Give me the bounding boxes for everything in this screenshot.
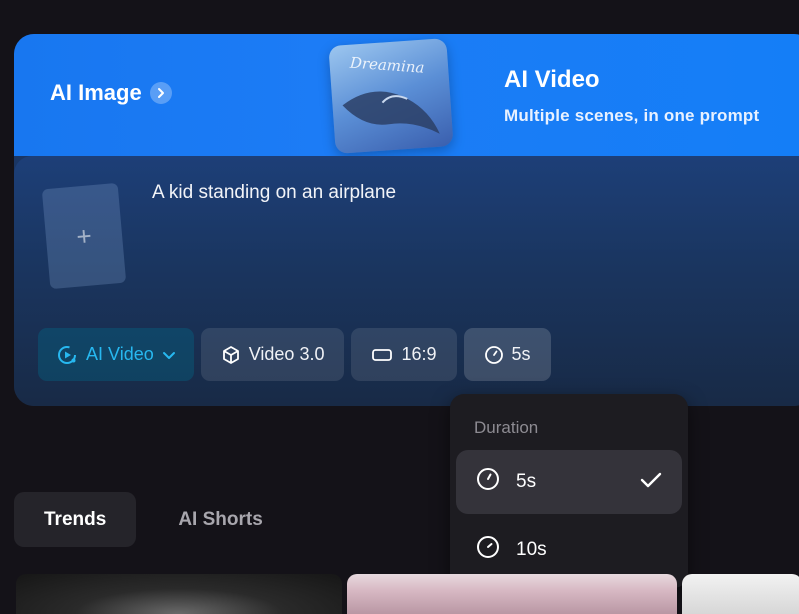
duration-header: Duration [474,418,539,437]
ai-image-tab[interactable]: AI Image [50,80,172,106]
duration-option-5s[interactable]: 5s [456,450,682,514]
model-selector-button[interactable]: Video 3.0 [200,328,345,381]
duration-option-10s[interactable]: 10s [456,518,682,582]
ai-video-card: AI Image Dreamina AI Video Multiple scen… [14,34,799,406]
prompt-input[interactable]: A kid standing on an airplane [152,182,396,204]
generation-toolbar: AI Video Video 3.0 16:9 5s [38,328,551,381]
ratio-label: 16:9 [401,344,437,364]
option-label: 5s [516,471,537,492]
model-label: Video 3.0 [248,344,325,364]
ai-video-title[interactable]: AI Video [504,66,600,94]
clock-icon [476,535,500,565]
aspect-ratio-button[interactable]: 16:9 [351,328,457,381]
feature-banner: AI Image Dreamina AI Video Multiple scen… [14,34,799,156]
clock-icon [476,467,500,497]
ai-video-subtitle: Multiple scenes, in one prompt [504,106,760,125]
tab-trends[interactable]: Trends [14,492,137,547]
content-tabs: Trends AI Shorts [14,492,295,547]
gallery-thumbnail[interactable] [347,574,677,614]
duration-dropdown: Duration 5s 10s [450,394,688,588]
plus-icon: + [75,219,93,252]
upload-image-button[interactable]: + [41,182,127,290]
check-icon [640,471,662,495]
cube-icon [221,345,241,365]
ai-image-label: AI Image [50,80,142,105]
gallery-thumbnail[interactable] [682,574,799,614]
duration-label: 5s [511,344,531,364]
tab-ai-shorts[interactable]: AI Shorts [146,492,294,547]
option-label: 10s [516,539,547,560]
duration-button[interactable]: 5s [463,328,551,381]
gallery-thumbnail[interactable] [16,574,342,614]
feature-thumbnail: Dreamina [328,38,454,154]
chevron-down-icon [162,348,176,362]
clock-icon [484,345,504,365]
video-sparkle-icon [56,344,78,366]
mode-label: AI Video [86,344,154,364]
mode-selector-button[interactable]: AI Video [38,328,194,381]
gallery-strip [0,574,799,614]
prompt-area[interactable]: + A kid standing on an airplane AI Video [14,156,799,406]
chevron-right-icon [149,82,172,104]
aspect-ratio-icon [371,347,393,363]
